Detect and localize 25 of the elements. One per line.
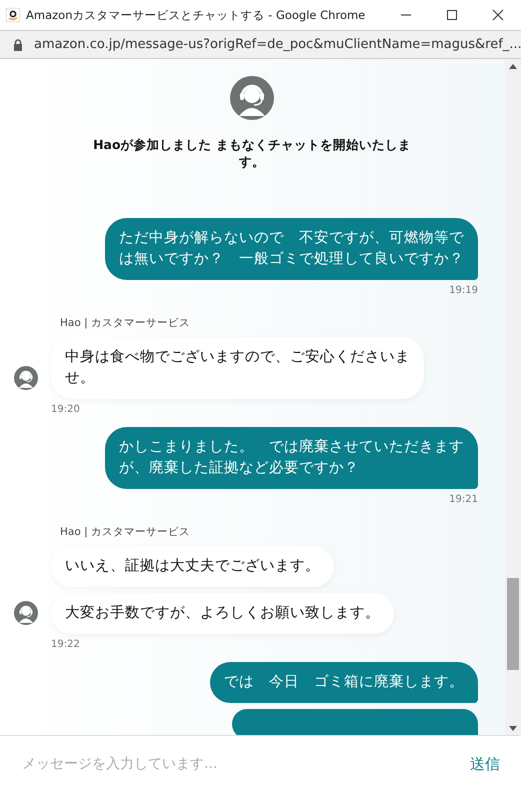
scrollbar[interactable]: [505, 59, 521, 735]
system-message: Haoが参加しました まもなくチャットを開始いたします。: [92, 136, 412, 170]
message-bubble: では 今日 ゴミ箱に廃棄します。: [210, 662, 478, 703]
agent-name: Hao | カスタマーサービス: [60, 525, 191, 539]
message-input[interactable]: メッセージを入力しています...: [22, 756, 468, 772]
message-bubble: ただ中身が解らないので 不安ですが、可燃物等では無いですか？ 一般ゴミで処理して良いですか？: [105, 218, 478, 280]
agent-avatar-icon: [230, 76, 274, 120]
message-bubble: かしこまりました。 では廃棄させていただきますが、廃棄した証拠など必要ですか？: [105, 427, 478, 489]
maximize-icon: [446, 9, 458, 21]
app-logo-icon: [6, 8, 20, 22]
agent-avatar-icon: [14, 366, 38, 390]
message-bubble: 大変お手数ですが、よろしくお願い致します。: [51, 593, 394, 634]
window-title: Amazonカスタマーサービスとチャットする - Google Chrome: [26, 8, 366, 22]
send-button[interactable]: 送信: [468, 752, 502, 776]
message-bubble: いいえ、証拠は大丈夫でございます。: [51, 546, 334, 587]
close-icon: [492, 9, 504, 21]
agent-avatar-icon: [14, 601, 38, 625]
lock-icon: [13, 38, 23, 50]
message-time: 19:21: [449, 494, 478, 505]
message-time: 19:20: [51, 404, 81, 415]
agent-name: Hao | カスタマーサービス: [60, 316, 191, 330]
message-time: 19:22: [51, 639, 81, 650]
scrollbar-thumb[interactable]: [507, 578, 519, 670]
message-time: 19:19: [449, 285, 478, 296]
message-bubble: 中身は食べ物でございますので、ご安心くださいませ。: [51, 337, 424, 399]
